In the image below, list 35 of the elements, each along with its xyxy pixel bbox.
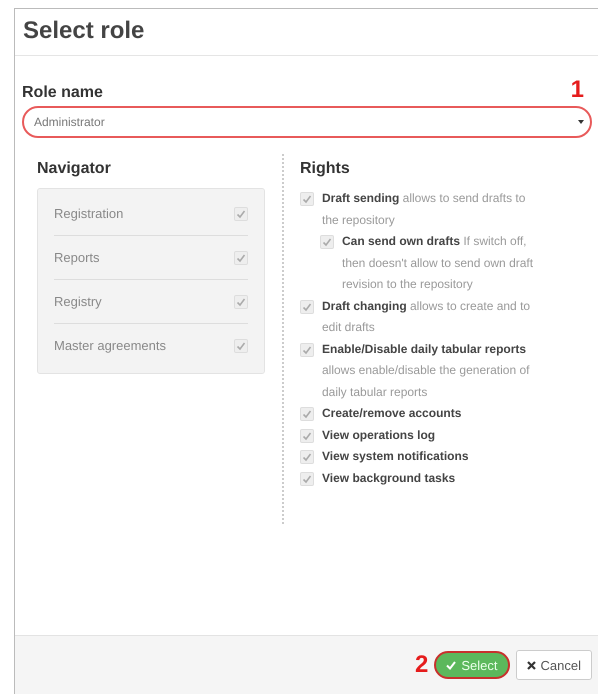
field-label: Role name (22, 84, 103, 102)
section-title: Rights (300, 160, 351, 178)
checkbox[interactable] (320, 235, 334, 249)
checkbox[interactable] (300, 192, 314, 206)
checkbox[interactable] (300, 300, 314, 314)
right-label: Draft changing allows to create and to edit drafts (322, 298, 532, 336)
cancel-button[interactable]: Cancel (516, 650, 592, 680)
section-title: Navigator (37, 160, 112, 178)
annotation-number: 1 (570, 78, 584, 102)
checkbox[interactable] (300, 407, 314, 421)
check-icon (446, 660, 456, 670)
caret-icon (578, 120, 584, 124)
annotation-number: 2 (415, 653, 428, 677)
navigator-item[interactable]: Reports (54, 250, 100, 265)
select-button[interactable]: Select (434, 651, 510, 679)
checkbox[interactable] (234, 250, 248, 264)
right-label: View background tasks (322, 470, 456, 486)
dialog-title: Select role (23, 17, 144, 44)
checkbox[interactable] (234, 338, 248, 352)
checkbox[interactable] (234, 294, 248, 308)
navigator-item[interactable]: Master agreements (54, 338, 166, 353)
right-label: Enable/Disable daily tabular reports allows enable/disable the generation of daily tabular reports (322, 340, 530, 400)
role-select[interactable]: Administrator (22, 106, 592, 138)
checkbox[interactable] (300, 450, 314, 464)
right-label: View system notifications (322, 448, 468, 465)
right-label: Draft sending allows to send drafts to the repository (322, 190, 526, 228)
navigator-item[interactable]: Registry (54, 294, 102, 309)
close-icon (526, 660, 536, 670)
checkbox[interactable] (300, 472, 314, 486)
checkbox[interactable] (300, 342, 314, 356)
navigator-item[interactable]: Registration (54, 206, 124, 221)
checkbox[interactable] (300, 428, 314, 442)
right-label: View operations log (322, 426, 436, 444)
checkbox[interactable] (234, 206, 248, 220)
right-label: Create/remove accounts (322, 405, 462, 422)
